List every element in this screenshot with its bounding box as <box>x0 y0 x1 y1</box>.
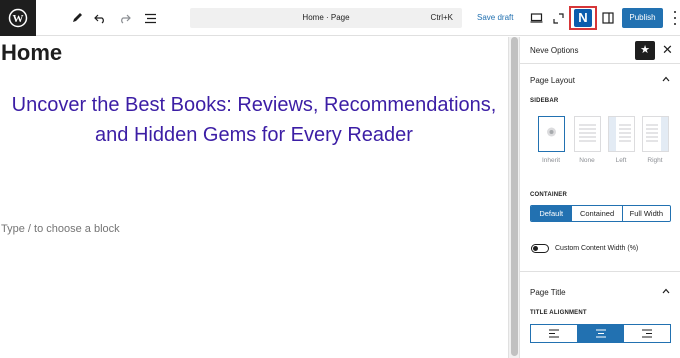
layout-option-none[interactable] <box>574 116 601 152</box>
close-icon[interactable]: ✕ <box>662 43 673 57</box>
align-left-button[interactable] <box>531 325 578 342</box>
title-alignment-selector <box>530 324 671 343</box>
neve-options-button[interactable]: N <box>569 6 597 30</box>
page-layout-title: Page Layout <box>530 76 575 85</box>
editor-canvas: Home Uncover the Best Books: Reviews, Re… <box>0 37 508 358</box>
editor-toolbar: W + Home · Page Ctrl+K Save draft N Publ… <box>0 0 680 36</box>
page-title-toggle[interactable]: Page Title <box>520 284 680 304</box>
align-center-icon <box>595 329 606 338</box>
layout-option-inherit[interactable] <box>538 116 565 152</box>
pencil-icon[interactable] <box>67 8 87 28</box>
align-right-button[interactable] <box>624 325 671 342</box>
layout-option-right[interactable] <box>642 116 669 152</box>
save-draft-button[interactable]: Save draft <box>477 13 513 22</box>
sidebar-header: Neve Options ★ ✕ <box>520 37 680 64</box>
sidebar-title: Neve Options <box>530 46 579 55</box>
neve-options-sidebar: Neve Options ★ ✕ Page Layout SIDEBAR Inh… <box>520 37 680 358</box>
page-title[interactable]: Home <box>1 40 62 66</box>
align-right-icon <box>642 329 653 338</box>
star-icon[interactable]: ★ <box>635 41 655 60</box>
container-selector: Default Contained Full Width <box>530 205 671 222</box>
canvas-scrollbar[interactable] <box>508 37 520 358</box>
redo-icon[interactable] <box>115 8 135 28</box>
shortcut-hint: Ctrl+K <box>430 13 453 22</box>
kebab-icon[interactable] <box>674 11 677 25</box>
publish-button[interactable]: Publish <box>622 8 663 28</box>
wordpress-logo[interactable]: W <box>0 0 36 36</box>
svg-text:W: W <box>13 13 24 25</box>
chevron-up-icon <box>662 288 670 294</box>
layout-label-right: Right <box>647 157 663 164</box>
title-alignment-label: TITLE ALIGNMENT <box>530 310 587 316</box>
page-title-section-title: Page Title <box>530 288 566 297</box>
fullscreen-icon[interactable] <box>548 8 568 28</box>
command-palette-search[interactable]: Home · Page Ctrl+K <box>190 8 462 28</box>
container-full-width-button[interactable]: Full Width <box>622 206 670 221</box>
section-divider <box>520 271 680 272</box>
layout-label-left: Left <box>615 157 627 164</box>
layout-label-none: None <box>579 157 595 164</box>
container-contained-button[interactable]: Contained <box>572 206 623 221</box>
sidebar-toggle-icon[interactable] <box>598 8 618 28</box>
layout-label-inherit: Inherit <box>541 157 561 164</box>
desktop-preview-icon[interactable] <box>526 8 546 28</box>
custom-width-toggle[interactable] <box>531 244 549 253</box>
list-view-icon[interactable] <box>140 8 160 28</box>
container-default-button[interactable]: Default <box>531 206 573 221</box>
wordpress-icon: W <box>8 8 28 28</box>
document-title: Home · Page <box>302 13 350 22</box>
undo-icon[interactable] <box>90 8 110 28</box>
align-center-button[interactable] <box>577 325 625 342</box>
page-layout-toggle[interactable]: Page Layout <box>520 72 680 92</box>
heading-block[interactable]: Uncover the Best Books: Reviews, Recomme… <box>6 90 502 150</box>
layout-option-left[interactable] <box>608 116 635 152</box>
custom-width-label: Custom Content Width (%) <box>555 245 639 252</box>
scrollbar-thumb[interactable] <box>511 37 518 356</box>
align-left-icon <box>548 329 559 338</box>
block-appender-placeholder[interactable]: Type / to choose a block <box>1 223 120 235</box>
sidebar-section-label: SIDEBAR <box>530 98 559 104</box>
chevron-up-icon <box>662 76 670 82</box>
neve-icon: N <box>574 9 592 27</box>
container-label: CONTAINER <box>530 192 568 198</box>
